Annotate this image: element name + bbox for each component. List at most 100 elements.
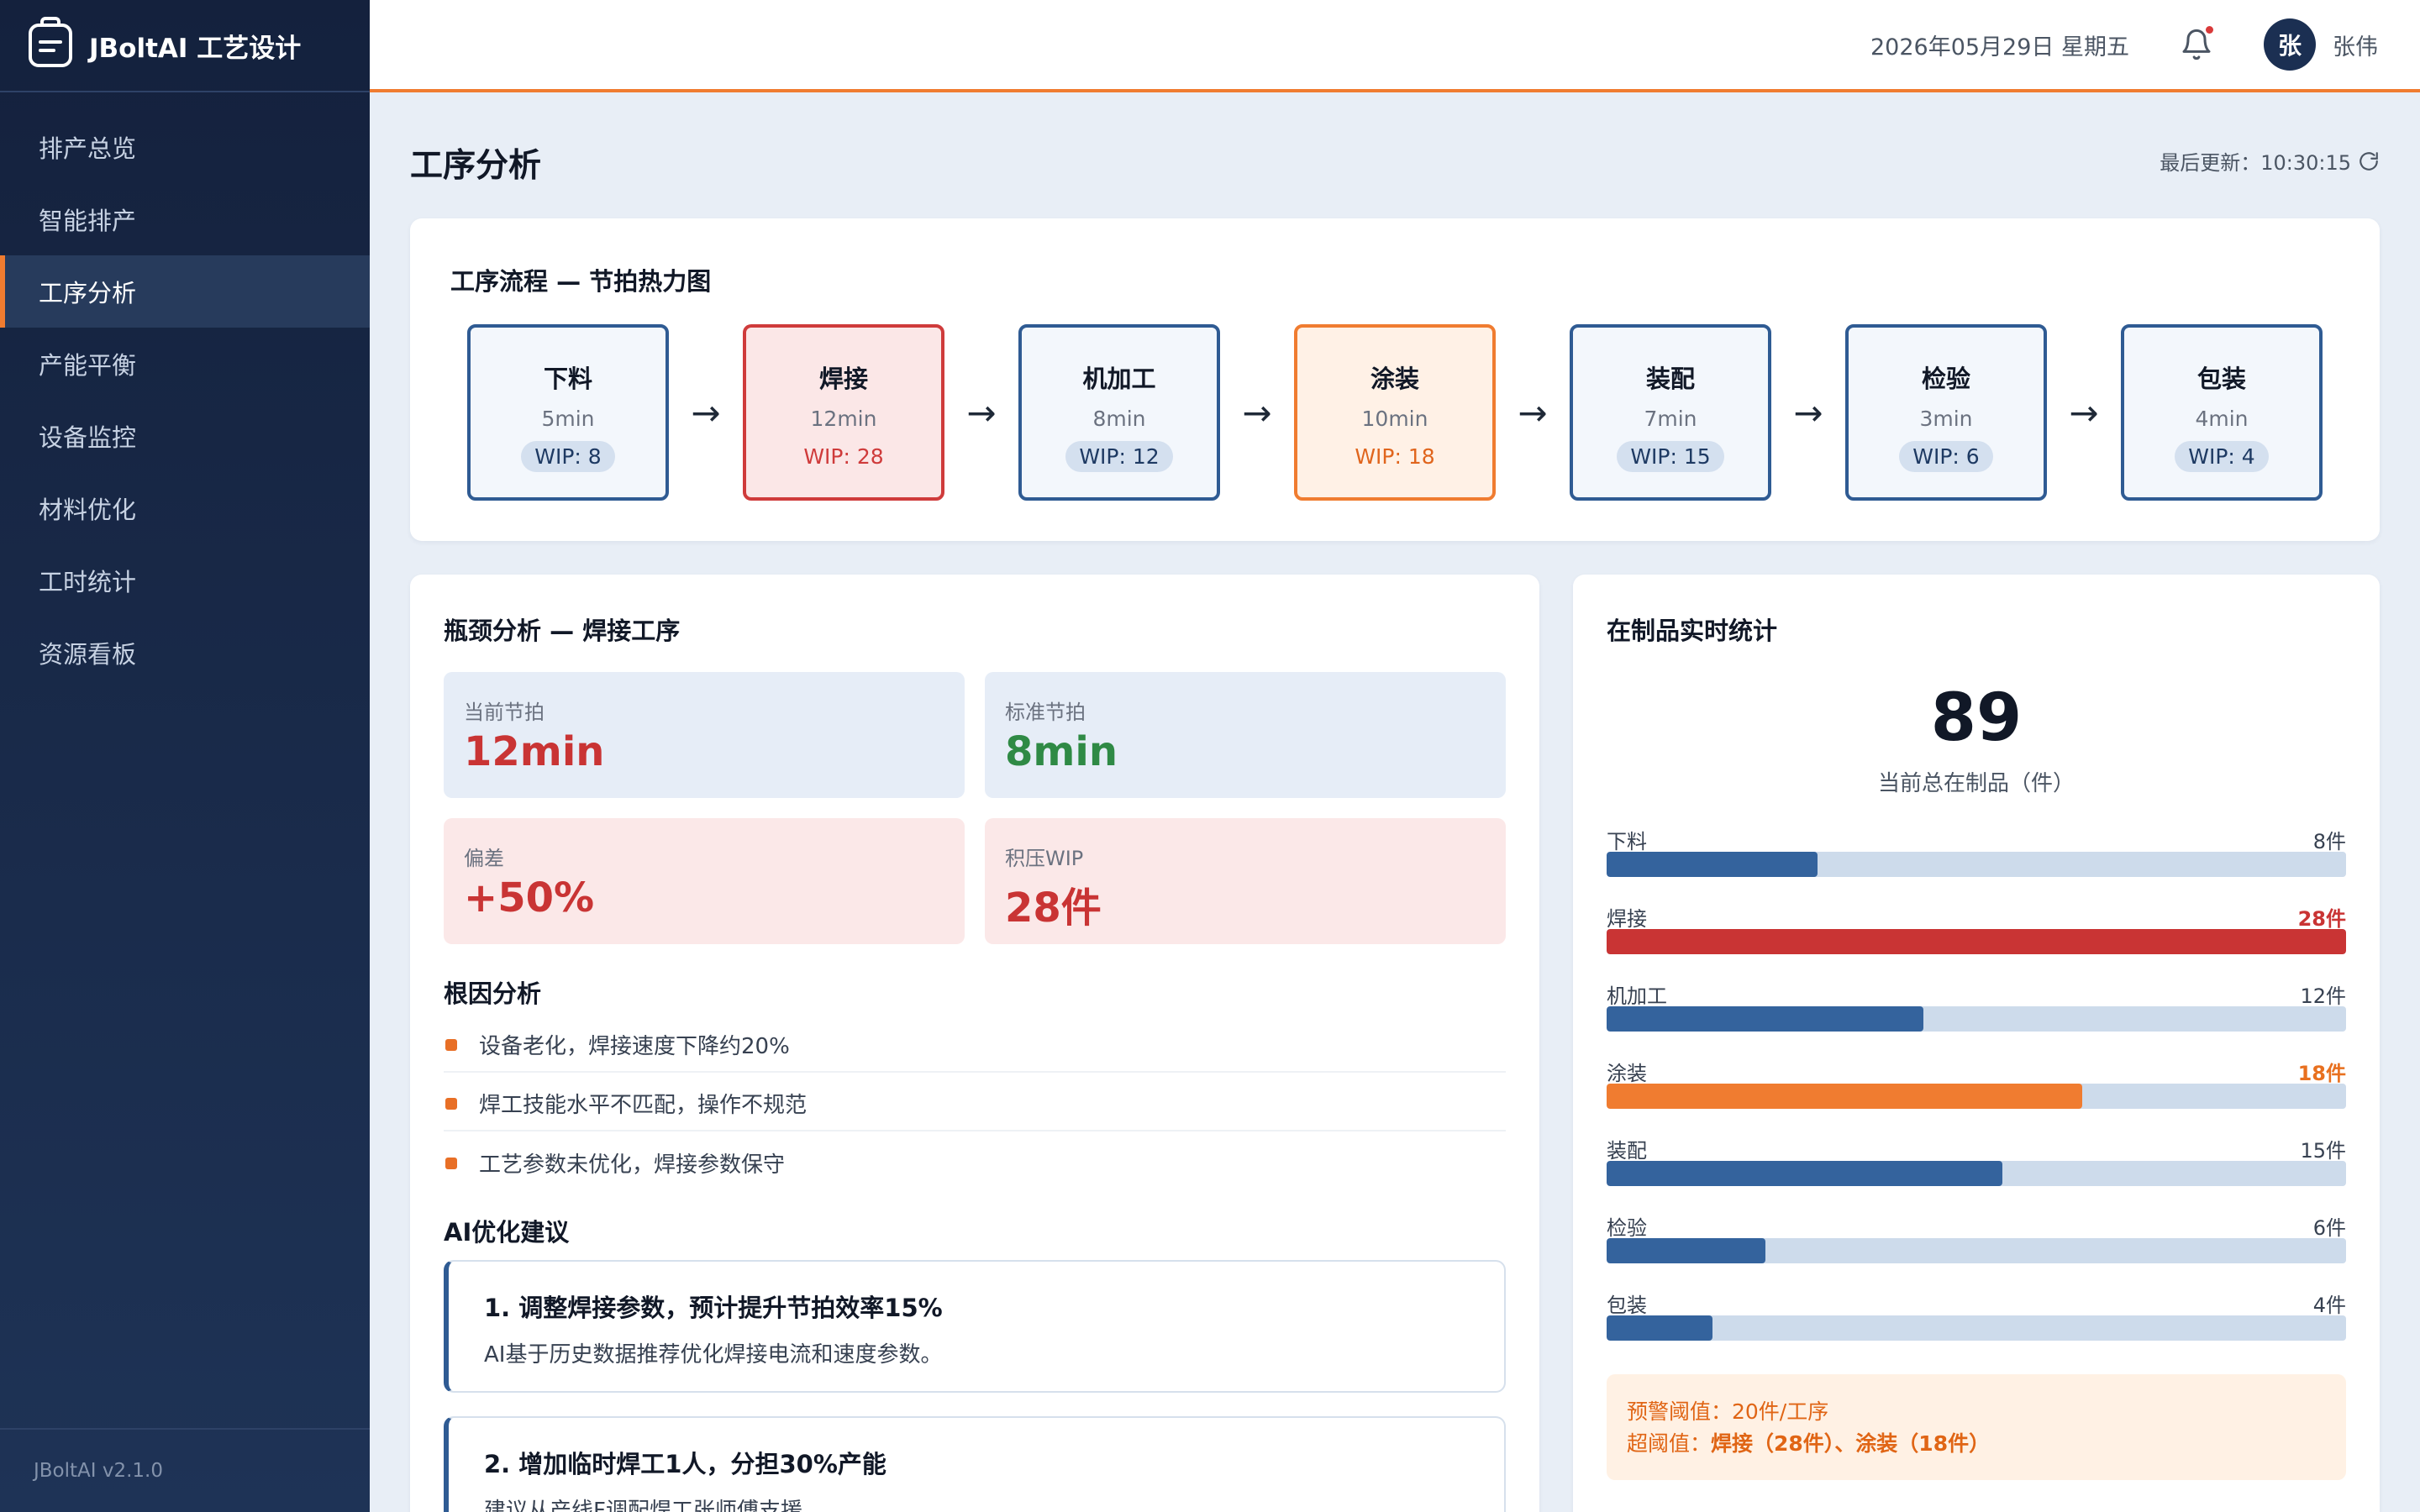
step-takt-time: 4min [2195, 407, 2249, 431]
wip-bar-value: 4件 [2312, 1294, 2346, 1317]
process-step[interactable]: 机加工 8min WIP: 12 [1018, 324, 1220, 501]
wip-bar-fill [1607, 1315, 1712, 1341]
bottleneck-title: 瓶颈分析 — 焊接工序 [444, 617, 681, 645]
suggestion-desc: AI基于历史数据推荐优化焊接电流和速度参数。 [484, 1342, 943, 1368]
wip-bar-row: 装配 15件 [1607, 1134, 2346, 1211]
wip-bar-fill [1607, 1238, 1765, 1263]
suggestion-title: 1. 调整焊接参数，预计提升节拍效率15% [484, 1294, 943, 1322]
process-step[interactable]: 焊接 12min WIP: 28 [743, 324, 944, 501]
step-takt-time: 8min [1092, 407, 1146, 431]
process-step[interactable]: 检验 3min WIP: 6 [1845, 324, 2047, 501]
bullet-icon [445, 1097, 457, 1110]
wip-bar-label: 机加工 [1607, 984, 1667, 1008]
sidebar-item-capacity-balance[interactable]: 产能平衡 [0, 328, 370, 400]
wip-bar-row: 涂装 18件 [1607, 1057, 2346, 1134]
process-step[interactable]: 装配 7min WIP: 15 [1570, 324, 1771, 501]
notification-dot [2206, 26, 2213, 34]
sidebar: JBoltAI 工艺设计 排产总览 智能排产 工序分析 产能平衡 设备监控 材料优化 工时统… [0, 0, 370, 1512]
step-wip-badge: WIP: 8 [521, 441, 615, 472]
metric-label: 积压WIP [1005, 847, 1084, 870]
metric-value: 8min [1005, 728, 1118, 775]
flow-arrow-icon: → [691, 391, 721, 433]
notification-bell-icon[interactable] [2180, 26, 2213, 61]
step-name: 包装 [2196, 365, 2246, 393]
wip-bar-row: 机加工 12件 [1607, 979, 2346, 1057]
sidebar-item-equipment-monitor[interactable]: 设备监控 [0, 400, 370, 472]
wip-bar-label: 涂装 [1607, 1062, 1647, 1085]
step-takt-time: 3min [1919, 407, 1973, 431]
step-wip-badge: WIP: 28 [803, 444, 884, 469]
sidebar-item-schedule-overview[interactable]: 排产总览 [0, 111, 370, 183]
root-cause-text: 工艺参数未优化，焊接参数保守 [479, 1152, 786, 1178]
step-name: 下料 [543, 365, 592, 393]
sidebar-nav: 排产总览 智能排产 工序分析 产能平衡 设备监控 材料优化 工时统计 资源看板 [0, 92, 370, 689]
wip-bar-row: 包装 4件 [1607, 1289, 2346, 1366]
page-title: 工序分析 [410, 147, 542, 185]
sidebar-item-resource-board[interactable]: 资源看板 [0, 617, 370, 689]
process-step[interactable]: 包装 4min WIP: 4 [2121, 324, 2323, 501]
root-cause-item: 工艺参数未优化，焊接参数保守 [444, 1136, 1506, 1190]
avatar[interactable]: 张 [2264, 18, 2316, 71]
wip-title: 在制品实时统计 [1607, 617, 1778, 645]
flow-arrow-icon: → [1518, 391, 1548, 433]
wip-bar-track [1607, 1006, 2346, 1032]
wip-bar-list: 下料 8件 焊接 28件机加工 12件涂装 18件装配 15件检验 6件包装 4件 [1607, 825, 2346, 1366]
wip-bar-value: 12件 [2300, 984, 2346, 1008]
wip-bar-header: 涂装 18件 [1607, 1057, 2346, 1085]
wip-total: 89 [1930, 680, 2023, 756]
sidebar-item-labor-hours[interactable]: 工时统计 [0, 544, 370, 617]
wip-bar-fill [1607, 1161, 2003, 1186]
root-cause-text: 设备老化，焊接速度下降约20% [479, 1034, 790, 1059]
brand[interactable]: JBoltAI 工艺设计 [0, 0, 370, 92]
top-header: 2026年05月29日 星期五 张 张伟 [370, 0, 2420, 92]
metric-deviation: 偏差 +50% [444, 818, 965, 944]
step-wip-badge: WIP: 15 [1617, 441, 1724, 472]
clipboard-icon [29, 17, 72, 67]
root-cause-item: 焊工技能水平不匹配，操作不规范 [444, 1077, 1506, 1131]
suggestion-desc: 建议从产线F调配焊工张师傅支援。 [484, 1499, 824, 1512]
ai-suggestion-title: AI优化建议 [444, 1218, 570, 1247]
wip-bar-label: 检验 [1607, 1216, 1647, 1240]
sidebar-item-material-optimization[interactable]: 材料优化 [0, 472, 370, 544]
wip-bar-header: 检验 6件 [1607, 1211, 2346, 1240]
wip-bar-row: 下料 8件 [1607, 825, 2346, 902]
process-flow: 下料 5min WIP: 8 → 焊接 12min WIP: 28 → 机加工 8min WIP: … [467, 324, 2323, 501]
metric-label: 当前节拍 [464, 701, 544, 724]
metric-label: 偏差 [464, 847, 504, 870]
step-name: 检验 [1921, 365, 1970, 393]
bottleneck-card: 瓶颈分析 — 焊接工序 当前节拍 12min 标准节拍 8min 偏差 +50%… [410, 575, 1539, 1512]
wip-bar-row: 焊接 28件 [1607, 902, 2346, 979]
process-step[interactable]: 下料 5min WIP: 8 [467, 324, 669, 501]
step-name: 装配 [1645, 365, 1695, 393]
wip-bar-header: 机加工 12件 [1607, 979, 2346, 1008]
wip-bar-fill [1607, 929, 2346, 954]
wip-bar-header: 装配 15件 [1607, 1134, 2346, 1163]
wip-bar-label: 下料 [1607, 830, 1647, 853]
step-wip-badge: WIP: 4 [2175, 441, 2269, 472]
metric-current-takt: 当前节拍 12min [444, 672, 965, 798]
header-date: 2026年05月29日 星期五 [1870, 34, 2129, 60]
wip-bar-header: 包装 4件 [1607, 1289, 2346, 1317]
ai-suggestion-card[interactable]: 1. 调整焊接参数，预计提升节拍效率15% AI基于历史数据推荐优化焊接电流和速度… [444, 1260, 1506, 1393]
wip-bar-fill [1607, 852, 1818, 877]
sidebar-item-process-analysis[interactable]: 工序分析 [0, 255, 370, 328]
step-takt-time: 5min [541, 407, 595, 431]
refresh-icon[interactable] [2358, 150, 2380, 172]
process-step[interactable]: 涂装 10min WIP: 18 [1294, 324, 1496, 501]
root-cause-item: 设备老化，焊接速度下降约20% [444, 1018, 1506, 1073]
wip-bar-track [1607, 852, 2346, 877]
wip-bar-label: 焊接 [1607, 907, 1647, 931]
step-wip-badge: WIP: 18 [1355, 444, 1435, 469]
bullet-icon [445, 1038, 457, 1051]
warning-box: 预警阈值：20件/工序 超阈值：焊接（28件）、涂装（18件） [1607, 1374, 2346, 1480]
ai-suggestion-card[interactable]: 2. 增加临时焊工1人，分担30%产能 建议从产线F调配焊工张师傅支援。 [444, 1416, 1506, 1512]
version-label: JBoltAI v2.1.0 [0, 1428, 370, 1512]
warning-exceed-prefix: 超阈值： [1627, 1431, 1712, 1456]
wip-bar-track [1607, 929, 2346, 954]
wip-bar-header: 焊接 28件 [1607, 902, 2346, 931]
warning-exceed-items: 焊接（28件）、涂装（18件） [1711, 1431, 1991, 1456]
user-name[interactable]: 张伟 [2333, 29, 2378, 61]
metric-value: 28件 [1005, 885, 1102, 932]
sidebar-item-smart-scheduling[interactable]: 智能排产 [0, 183, 370, 255]
metric-backlog-wip: 积压WIP 28件 [985, 818, 1506, 944]
